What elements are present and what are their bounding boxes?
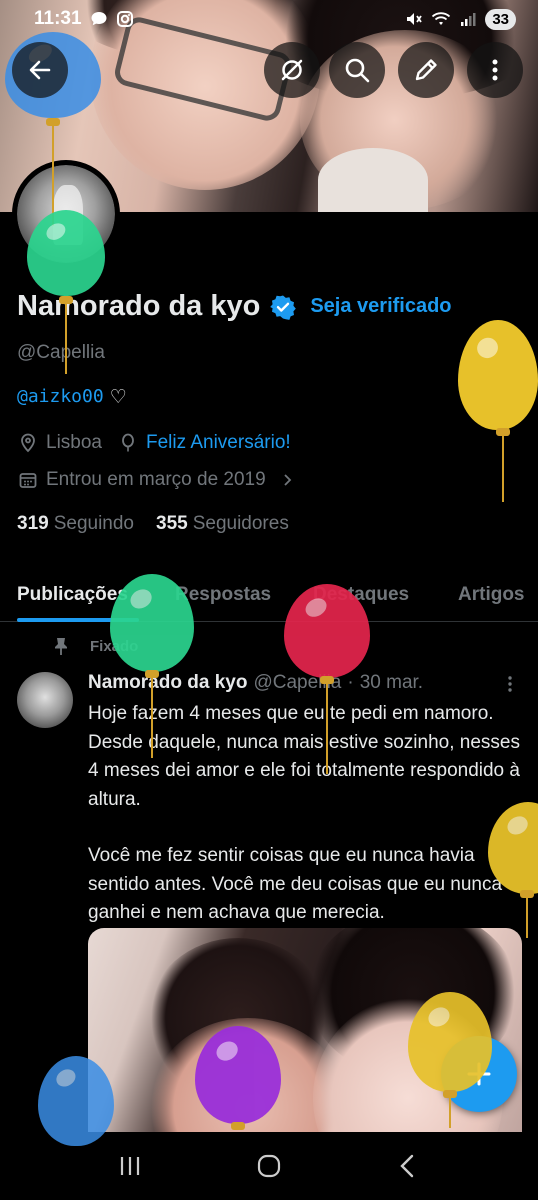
following-count: 319 (17, 513, 49, 534)
birthday-link[interactable]: Feliz Aniversário! (146, 432, 291, 454)
following-link[interactable]: 319 Seguindo (17, 513, 134, 535)
recent-apps-button[interactable] (100, 1136, 160, 1196)
profile-joined-date: Entrou em março de 2019 (46, 469, 266, 490)
get-verified-link[interactable]: Seja verificado (310, 295, 451, 318)
chevron-right-icon (284, 474, 291, 486)
mute-icon (407, 13, 423, 25)
more-options-button[interactable] (467, 42, 523, 98)
balloon-green-tabs (110, 574, 194, 774)
balloon-yellow-tweet (488, 802, 538, 942)
balloon-yellow-media (408, 992, 492, 1132)
more-vertical-icon (492, 59, 498, 81)
edit-button[interactable] (398, 42, 454, 98)
back-arrow-icon (29, 60, 51, 80)
profile-meta-row: Lisboa Feliz Aniversário! (18, 432, 291, 454)
calendar-icon (19, 473, 37, 488)
instagram-icon (116, 11, 133, 27)
followers-count: 355 (156, 513, 188, 534)
home-button[interactable] (239, 1136, 299, 1196)
tweet-more-button[interactable] (500, 673, 520, 700)
back-button[interactable] (12, 42, 68, 98)
balloon-red-tabs (284, 584, 370, 784)
recent-apps-icon (120, 1157, 139, 1175)
more-vertical-icon (508, 676, 512, 692)
home-icon (257, 1154, 281, 1178)
tweet-author-avatar[interactable] (17, 672, 73, 728)
balloon-birthday-icon (122, 433, 134, 452)
search-icon (345, 58, 370, 83)
tweet-paragraph: Você me fez sentir coisas que eu nunca h… (88, 845, 503, 923)
chat-notification-icon (91, 12, 107, 26)
profile-tabs: Publicações Respostas Destaques Artigos (0, 568, 538, 622)
verified-badge-icon (270, 295, 297, 320)
wifi-icon (432, 12, 451, 25)
notification-off-icon (281, 59, 303, 81)
search-button[interactable] (329, 42, 385, 98)
status-time: 11:31 (34, 8, 82, 29)
profile-location: Lisboa (46, 432, 102, 453)
status-bar: 11:31 33 (0, 0, 538, 38)
follow-stats: 319 Seguindo 355 Seguidores (17, 513, 289, 535)
profile-joined-row[interactable]: Entrou em março de 2019 (18, 469, 296, 491)
signal-icon (461, 13, 476, 26)
following-label: Seguindo (53, 513, 134, 534)
followers-link[interactable]: 355 Seguidores (156, 513, 289, 535)
bio-heart: ♡ (109, 387, 127, 408)
balloon-blue-bottom (38, 1056, 114, 1146)
battery-indicator: 33 (485, 8, 516, 30)
edit-icon (415, 59, 437, 81)
balloon-yellow-right (458, 320, 538, 510)
followers-label: Seguidores (192, 513, 289, 534)
tab-artigos[interactable]: Artigos (458, 568, 525, 622)
pin-icon (55, 638, 67, 655)
system-back-button[interactable] (378, 1136, 438, 1196)
notifications-off-button[interactable] (264, 42, 320, 98)
location-pin-icon (21, 433, 35, 453)
balloon-green-avatar (27, 210, 105, 410)
chevron-left-icon (400, 1154, 414, 1178)
balloon-purple-media (195, 1026, 281, 1136)
